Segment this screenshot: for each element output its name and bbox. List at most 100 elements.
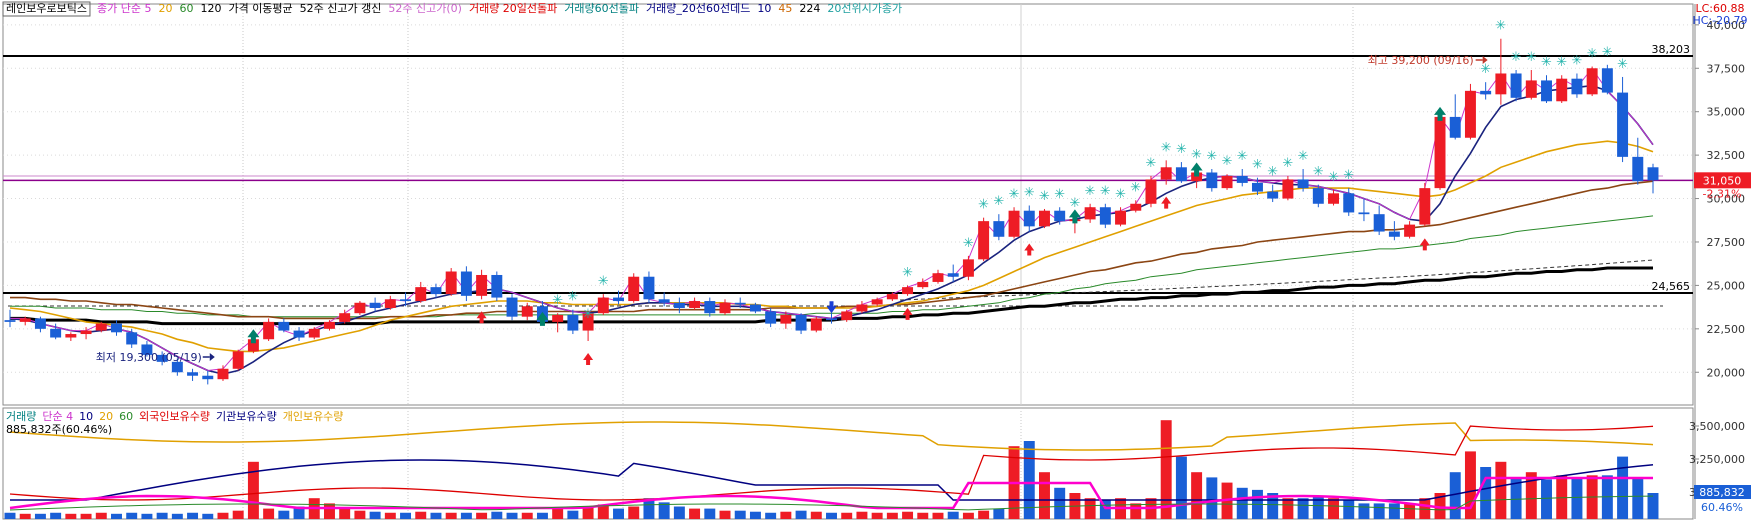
top-legend-item: 52주 신고가 갱신 — [300, 2, 382, 15]
new-high-star-icon: ✳ — [1480, 62, 1491, 77]
new-high-star-icon: ✳ — [1161, 140, 1172, 155]
price-tick-label: 37,500 — [1707, 62, 1746, 75]
candle-body — [506, 297, 518, 317]
volume-legend-item: 거래량 — [6, 410, 36, 423]
level-top-label: 38,203 — [1652, 43, 1691, 56]
new-high-star-icon: ✳ — [583, 307, 594, 322]
new-high-star-icon: ✳ — [1009, 187, 1020, 202]
new-high-star-icon: ✳ — [1069, 196, 1080, 211]
candle-body — [1556, 78, 1568, 102]
new-high-star-icon: ✳ — [1298, 149, 1309, 164]
volume-bar — [141, 513, 153, 519]
new-high-star-icon: ✳ — [1222, 154, 1233, 169]
candle-body — [415, 287, 427, 302]
top-legend-item: 52주 신고가(0) — [388, 2, 462, 15]
volume-bar — [445, 512, 457, 519]
candle-body — [1328, 193, 1340, 204]
volume-bar — [856, 511, 868, 519]
candle-body — [704, 301, 716, 314]
new-high-star-icon: ✳ — [1100, 184, 1111, 199]
volume-bar — [886, 512, 898, 519]
chart-canvas[interactable]: 40,00037,50035,00032,50030,00027,50025,0… — [0, 0, 1751, 522]
volume-bar — [1236, 487, 1248, 519]
volume-bar — [1647, 493, 1659, 519]
candle-body — [1023, 210, 1035, 227]
candle-body — [552, 314, 564, 322]
top-legend-item: 20선위시가종가 — [827, 2, 902, 15]
candle-body — [1510, 73, 1522, 98]
new-high-star-icon: ✳ — [567, 290, 578, 305]
hc-label: HC:-20.79 — [1692, 14, 1747, 27]
volume-bar — [917, 512, 929, 519]
candle-body — [765, 311, 777, 324]
new-high-star-icon: ✳ — [1526, 50, 1537, 65]
volume-bar — [263, 508, 275, 519]
candle-body — [1449, 116, 1461, 138]
candle-body — [597, 297, 609, 314]
volume-bar — [323, 503, 335, 519]
candle-body — [643, 276, 655, 300]
price-tick-label: 35,000 — [1707, 106, 1746, 119]
volume-bar — [1480, 467, 1492, 519]
volume-bar — [339, 508, 351, 519]
volume-bar — [1571, 477, 1583, 519]
volume-bar — [95, 512, 107, 519]
candle-body — [1312, 188, 1324, 204]
candle-body — [1221, 175, 1233, 189]
volume-bar — [810, 511, 822, 519]
candle-body — [1297, 179, 1309, 189]
volume-bar — [978, 510, 990, 519]
volume-bar — [826, 512, 837, 519]
candle-body — [749, 304, 761, 312]
new-high-star-icon: ✳ — [1282, 156, 1293, 171]
price-tick-label: 20,000 — [1707, 366, 1746, 379]
volume-bar — [704, 508, 716, 519]
volume-bar — [1130, 503, 1142, 519]
level-low-label: 24,565 — [1652, 280, 1691, 293]
volume-legend-item: 60 — [119, 410, 133, 423]
new-high-star-icon: ✳ — [1176, 142, 1187, 157]
volume-legend-item: 외국인보유수량 — [139, 410, 210, 423]
new-high-star-icon: ✳ — [1617, 57, 1628, 72]
volume-bar — [491, 511, 503, 519]
candle-body — [187, 372, 199, 376]
new-high-star-icon: ✳ — [1252, 158, 1263, 173]
volume-bar — [476, 512, 488, 519]
candle-body — [491, 274, 503, 298]
volume-bar — [932, 512, 944, 519]
price-tick-label: 27,500 — [1707, 236, 1746, 249]
volume-bar — [430, 512, 442, 519]
candle-body — [795, 314, 807, 331]
new-high-star-icon: ✳ — [598, 274, 609, 289]
candle-body — [1160, 167, 1172, 180]
volume-legend-item: 20 — [99, 410, 113, 423]
new-high-star-icon: ✳ — [1511, 50, 1522, 65]
candle-body — [689, 301, 701, 308]
candle-body — [126, 332, 138, 345]
new-high-star-icon: ✳ — [1313, 165, 1324, 180]
volume-bar — [521, 512, 533, 519]
new-high-star-icon: ✳ — [1343, 168, 1354, 183]
candle-body — [263, 321, 275, 340]
candle-body — [719, 302, 731, 314]
candle-body — [932, 273, 944, 282]
candle-body — [856, 304, 868, 312]
candle-body — [628, 276, 640, 302]
top-legend-item: 가격 이동평균 — [228, 2, 292, 15]
price-tick-label: 22,500 — [1707, 323, 1746, 336]
volume-tick-label: 3,250,000 — [1689, 453, 1745, 466]
volume-bar — [734, 510, 746, 519]
volume-bar — [552, 508, 564, 519]
candle-body — [384, 299, 396, 308]
volume-current-label: 885,832 — [1699, 486, 1745, 499]
candle-body — [1039, 210, 1050, 227]
candle-body — [1388, 231, 1400, 237]
volume-bar — [1282, 498, 1294, 519]
volume-bar — [613, 508, 624, 519]
volume-bar — [1206, 477, 1218, 519]
volume-bar — [1054, 487, 1066, 519]
candle-body — [1084, 207, 1096, 220]
candle-body — [1525, 80, 1537, 98]
candle-body — [734, 302, 746, 305]
candle-body — [1267, 191, 1279, 199]
